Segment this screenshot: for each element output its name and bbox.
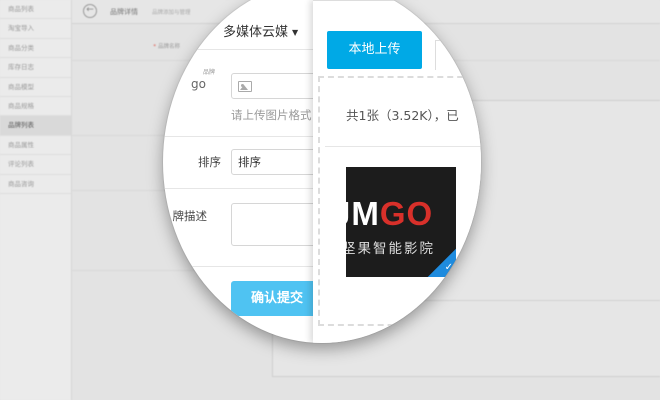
- submit-button[interactable]: 确认提交: [231, 281, 321, 316]
- thumbnail-logo-text: JMGO: [346, 195, 434, 232]
- row-divider: [163, 49, 313, 50]
- magnifier-lens: 多媒体云媒 ▼ 品牌 go 请上传图片格式 排序 排序 牌描述 确认提交 本地上传…: [163, 0, 481, 343]
- sort-label: 排序: [198, 155, 221, 169]
- sidebar-item-category[interactable]: 商品分类: [0, 39, 71, 59]
- logo-label-small: 品牌: [203, 69, 216, 76]
- sidebar-item-product-list[interactable]: 商品列表: [0, 0, 71, 20]
- row-divider: [163, 136, 313, 137]
- upload-count-text: 共1张（3.52K），已: [346, 108, 459, 123]
- logo-hint: 请上传图片格式: [231, 108, 312, 122]
- sidebar-item-consult[interactable]: 商品咨询: [0, 175, 71, 194]
- sidebar-item-brand-list[interactable]: 品牌列表: [0, 116, 71, 136]
- check-icon: ✓: [444, 262, 453, 273]
- uploaded-image-thumbnail[interactable]: JMGO 坚果智能影院 ✓: [346, 167, 456, 277]
- upload-dialog: 本地上传 共1张（3.52K），已 JMGO 坚果智能影院 ✓: [313, 0, 481, 343]
- sidebar-item-model[interactable]: 商品模型: [0, 78, 71, 97]
- sidebar-item-comments[interactable]: 评论列表: [0, 155, 71, 175]
- local-upload-button[interactable]: 本地上传: [327, 31, 422, 69]
- description-textarea[interactable]: [231, 203, 321, 246]
- page-title: 品牌详情: [110, 8, 138, 16]
- brand-name-select[interactable]: 多媒体云媒 ▼: [223, 21, 298, 40]
- required-mark: *: [153, 44, 156, 50]
- row-divider: [163, 266, 313, 267]
- dropdown-arrow-icon: ▼: [292, 28, 299, 37]
- sidebar-item-taobao-import[interactable]: 淘宝导入: [0, 19, 71, 39]
- sidebar: 商品列表 淘宝导入 商品分类 库存日志 商品模型 商品规格 品牌列表 商品属性 …: [0, 0, 72, 400]
- sidebar-item-stock-log[interactable]: 库存日志: [0, 58, 71, 78]
- thumbnail-caption: 坚果智能影院: [346, 241, 435, 257]
- logo-upload-field[interactable]: [231, 73, 321, 99]
- sort-input[interactable]: 排序: [231, 149, 321, 175]
- sidebar-item-spec[interactable]: 商品规格: [0, 97, 71, 117]
- back-arrow-icon[interactable]: ←: [83, 4, 97, 18]
- count-divider: [325, 146, 481, 147]
- description-label: 牌描述: [172, 209, 208, 223]
- dialog-header-line: [313, 0, 481, 1]
- image-icon: [238, 81, 252, 92]
- row-divider: [163, 188, 313, 189]
- upload-tab[interactable]: [435, 40, 481, 70]
- sidebar-item-attribute[interactable]: 商品属性: [0, 136, 71, 156]
- logo-label: go: [191, 77, 206, 91]
